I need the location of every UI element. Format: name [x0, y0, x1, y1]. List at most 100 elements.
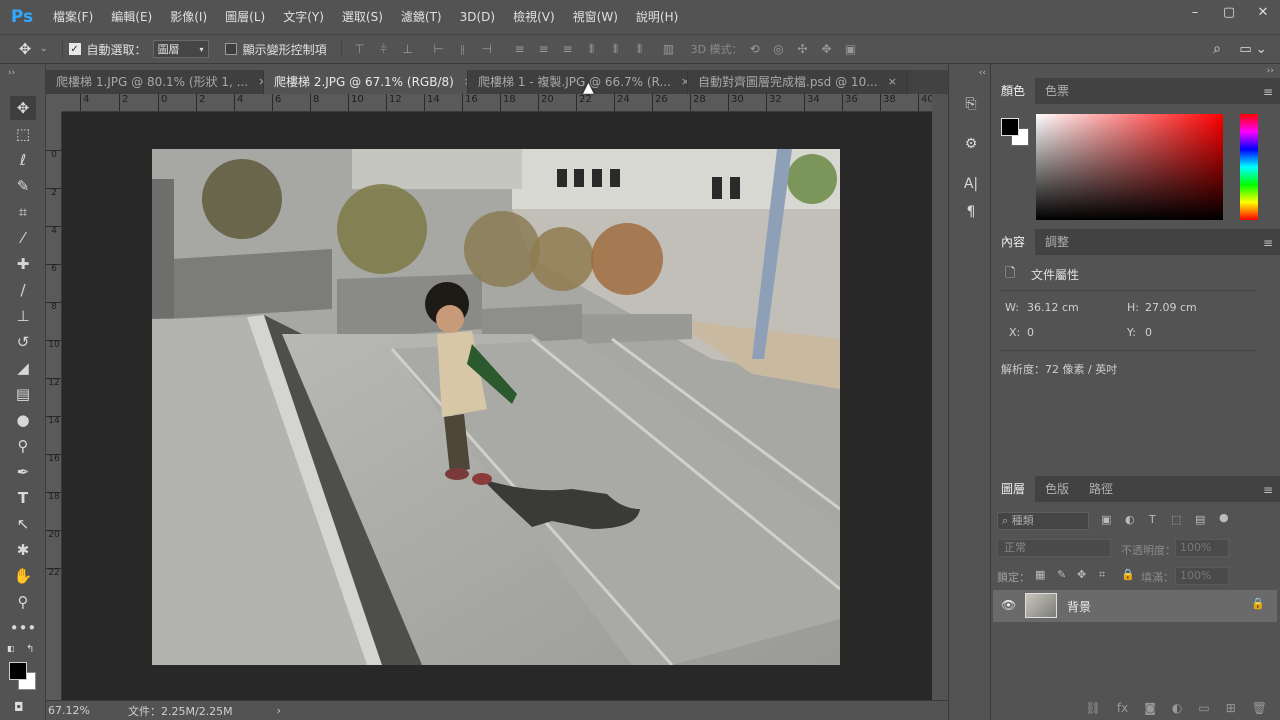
- shape-tool-icon[interactable]: ✱: [10, 538, 36, 562]
- collapse-arrow-icon[interactable]: ‹‹: [979, 68, 986, 78]
- filter-shape-icon[interactable]: ⬚: [1171, 513, 1181, 526]
- marquee-tool-icon[interactable]: ⬚: [10, 122, 36, 146]
- search-icon[interactable]: ⌕: [1206, 41, 1228, 57]
- minimize-button[interactable]: –: [1178, 0, 1212, 24]
- layer-row[interactable]: 👁 背景 🔒: [993, 590, 1277, 622]
- document-photo[interactable]: [152, 149, 840, 665]
- zoom-tool-icon[interactable]: ⚲: [10, 590, 36, 614]
- 3d-roll-icon[interactable]: ◎: [770, 40, 788, 58]
- healing-brush-tool-icon[interactable]: ✚: [10, 252, 36, 276]
- new-layer-icon[interactable]: ⊞: [1226, 701, 1236, 715]
- tab-swatches[interactable]: 色票: [1035, 78, 1079, 104]
- gradient-tool-icon[interactable]: ▤: [10, 382, 36, 406]
- close-icon[interactable]: ×: [888, 70, 897, 94]
- auto-select-checkbox[interactable]: ✓: [68, 43, 81, 55]
- doc-tab-1[interactable]: 爬樓梯 1.JPG @ 80.1% (形狀 1, ...×: [46, 70, 264, 94]
- close-button[interactable]: ✕: [1246, 0, 1280, 24]
- align-vcenter-icon[interactable]: ⫩: [375, 40, 393, 58]
- distribute-top-icon[interactable]: ≡: [511, 40, 529, 58]
- tool-preset-chevron-icon[interactable]: ⌄: [40, 44, 48, 54]
- close-icon[interactable]: ×: [681, 70, 687, 94]
- vertical-ruler[interactable]: 0 2 4 6 8 10 12 14 16 18 20 22: [46, 112, 62, 702]
- crop-tool-icon[interactable]: ⌗: [10, 200, 36, 224]
- doc-tab-3[interactable]: 爬樓梯 1 - 複製.JPG @ 66.7% (R... ×: [468, 70, 688, 94]
- menu-image[interactable]: 影像(I): [161, 0, 216, 34]
- lock-artboard-icon[interactable]: ⌗: [1099, 568, 1105, 582]
- blend-mode-select[interactable]: 正常: [997, 539, 1111, 557]
- foreground-color-swatch[interactable]: [9, 662, 27, 680]
- tab-channels[interactable]: 色版: [1035, 476, 1079, 502]
- menu-type[interactable]: 文字(Y): [274, 0, 333, 34]
- lock-all-icon[interactable]: 🔒: [1121, 568, 1135, 581]
- menu-edit[interactable]: 編輯(E): [102, 0, 161, 34]
- character-panel-icon[interactable]: A|: [959, 172, 983, 196]
- move-tool-icon[interactable]: ✥: [14, 39, 36, 59]
- adjustment-layer-icon[interactable]: ◐: [1172, 701, 1182, 715]
- color-field[interactable]: [1036, 114, 1223, 220]
- lock-position-icon[interactable]: ✥: [1077, 568, 1086, 581]
- add-mask-icon[interactable]: ◙: [1144, 701, 1156, 715]
- filter-toggle-icon[interactable]: ●: [1219, 511, 1229, 524]
- filter-adjust-icon[interactable]: ◐: [1125, 513, 1135, 526]
- eyedropper-tool-icon[interactable]: ⁄: [10, 226, 36, 250]
- distribute-bottom-icon[interactable]: ≡: [559, 40, 577, 58]
- h-value[interactable]: 27.09 cm: [1145, 301, 1197, 314]
- doc-tab-2[interactable]: 爬樓梯 2.JPG @ 67.1% (RGB/8)×: [264, 70, 468, 94]
- tab-color[interactable]: 顏色: [991, 78, 1036, 104]
- align-hcenter-icon[interactable]: ⫲: [454, 40, 472, 58]
- y-value[interactable]: 0: [1145, 326, 1152, 339]
- filter-smart-icon[interactable]: ▤: [1195, 513, 1205, 526]
- 3d-rotate-icon[interactable]: ⟲: [746, 40, 764, 58]
- tab-paths[interactable]: 路徑: [1079, 476, 1123, 502]
- 3d-scale-icon[interactable]: ▣: [842, 40, 860, 58]
- new-group-icon[interactable]: ▭: [1198, 701, 1209, 715]
- w-value[interactable]: 36.12 cm: [1027, 301, 1079, 314]
- brush-tool-icon[interactable]: /: [10, 278, 36, 302]
- align-right-icon[interactable]: ⊣: [478, 40, 496, 58]
- align-left-icon[interactable]: ⊢: [430, 40, 448, 58]
- opacity-field[interactable]: 100%: [1175, 539, 1229, 557]
- tab-layers[interactable]: 圖層: [991, 476, 1036, 502]
- filter-type-icon[interactable]: T: [1149, 513, 1156, 526]
- ruler-corner[interactable]: [46, 94, 62, 112]
- menu-select[interactable]: 選取(S): [333, 0, 392, 34]
- fx-icon[interactable]: fx: [1117, 701, 1128, 715]
- distribute-left-icon[interactable]: ⦀: [583, 40, 601, 58]
- tab-adjustments[interactable]: 調整: [1035, 229, 1079, 255]
- auto-select-dropdown[interactable]: 圖層 ▾: [152, 40, 209, 58]
- link-layers-icon[interactable]: ⛓: [1086, 701, 1101, 715]
- foreground-color-swatch[interactable]: [1001, 118, 1019, 136]
- workspace-icon[interactable]: ▭ ⌄: [1238, 42, 1268, 57]
- history-panel-icon[interactable]: ⎘: [959, 92, 983, 116]
- quick-mask-icon[interactable]: ◘: [14, 700, 24, 714]
- collapse-arrow-icon[interactable]: ››: [8, 68, 15, 78]
- status-arrow-icon[interactable]: ›: [277, 704, 281, 717]
- align-bottom-icon[interactable]: ⊥: [399, 40, 417, 58]
- dodge-tool-icon[interactable]: ⚲: [10, 434, 36, 458]
- fill-field[interactable]: 100%: [1175, 567, 1229, 585]
- menu-view[interactable]: 檢視(V): [504, 0, 564, 34]
- distribute-right-icon[interactable]: ⦀: [631, 40, 649, 58]
- panel-menu-icon[interactable]: ≡: [1263, 483, 1273, 497]
- show-transform-checkbox[interactable]: [224, 43, 237, 55]
- eraser-tool-icon[interactable]: ◢: [10, 356, 36, 380]
- menu-file[interactable]: 檔案(F): [44, 0, 102, 34]
- horizontal-ruler[interactable]: 4 2 0 2 4 6 8 10 12 14 16 18 20 22 24 26…: [62, 94, 932, 112]
- 3d-slide-icon[interactable]: ✥: [818, 40, 836, 58]
- hue-slider[interactable]: [1240, 114, 1258, 220]
- distribute-hcenter-icon[interactable]: ⦀: [607, 40, 625, 58]
- tab-properties[interactable]: 內容: [991, 229, 1036, 255]
- move-tool-icon[interactable]: ✥: [10, 96, 36, 120]
- hand-tool-icon[interactable]: ✋: [10, 564, 36, 588]
- restore-button[interactable]: ▢: [1212, 0, 1246, 24]
- layer-filter-field[interactable]: ⌕ 種類: [997, 512, 1089, 530]
- default-colors-icon[interactable]: ◧: [7, 644, 15, 653]
- distribute-vcenter-icon[interactable]: ≡: [535, 40, 553, 58]
- menu-filter[interactable]: 濾鏡(T): [392, 0, 451, 34]
- pen-tool-icon[interactable]: ✒: [10, 460, 36, 484]
- panel-menu-icon[interactable]: ≡: [1263, 236, 1273, 250]
- doc-tab-4[interactable]: 自動對齊圖層完成檔.psd @ 10... ×: [688, 70, 908, 94]
- swap-colors-icon[interactable]: ↰: [26, 644, 34, 655]
- menu-layer[interactable]: 圖層(L): [216, 0, 274, 34]
- blur-tool-icon[interactable]: ●: [10, 408, 36, 432]
